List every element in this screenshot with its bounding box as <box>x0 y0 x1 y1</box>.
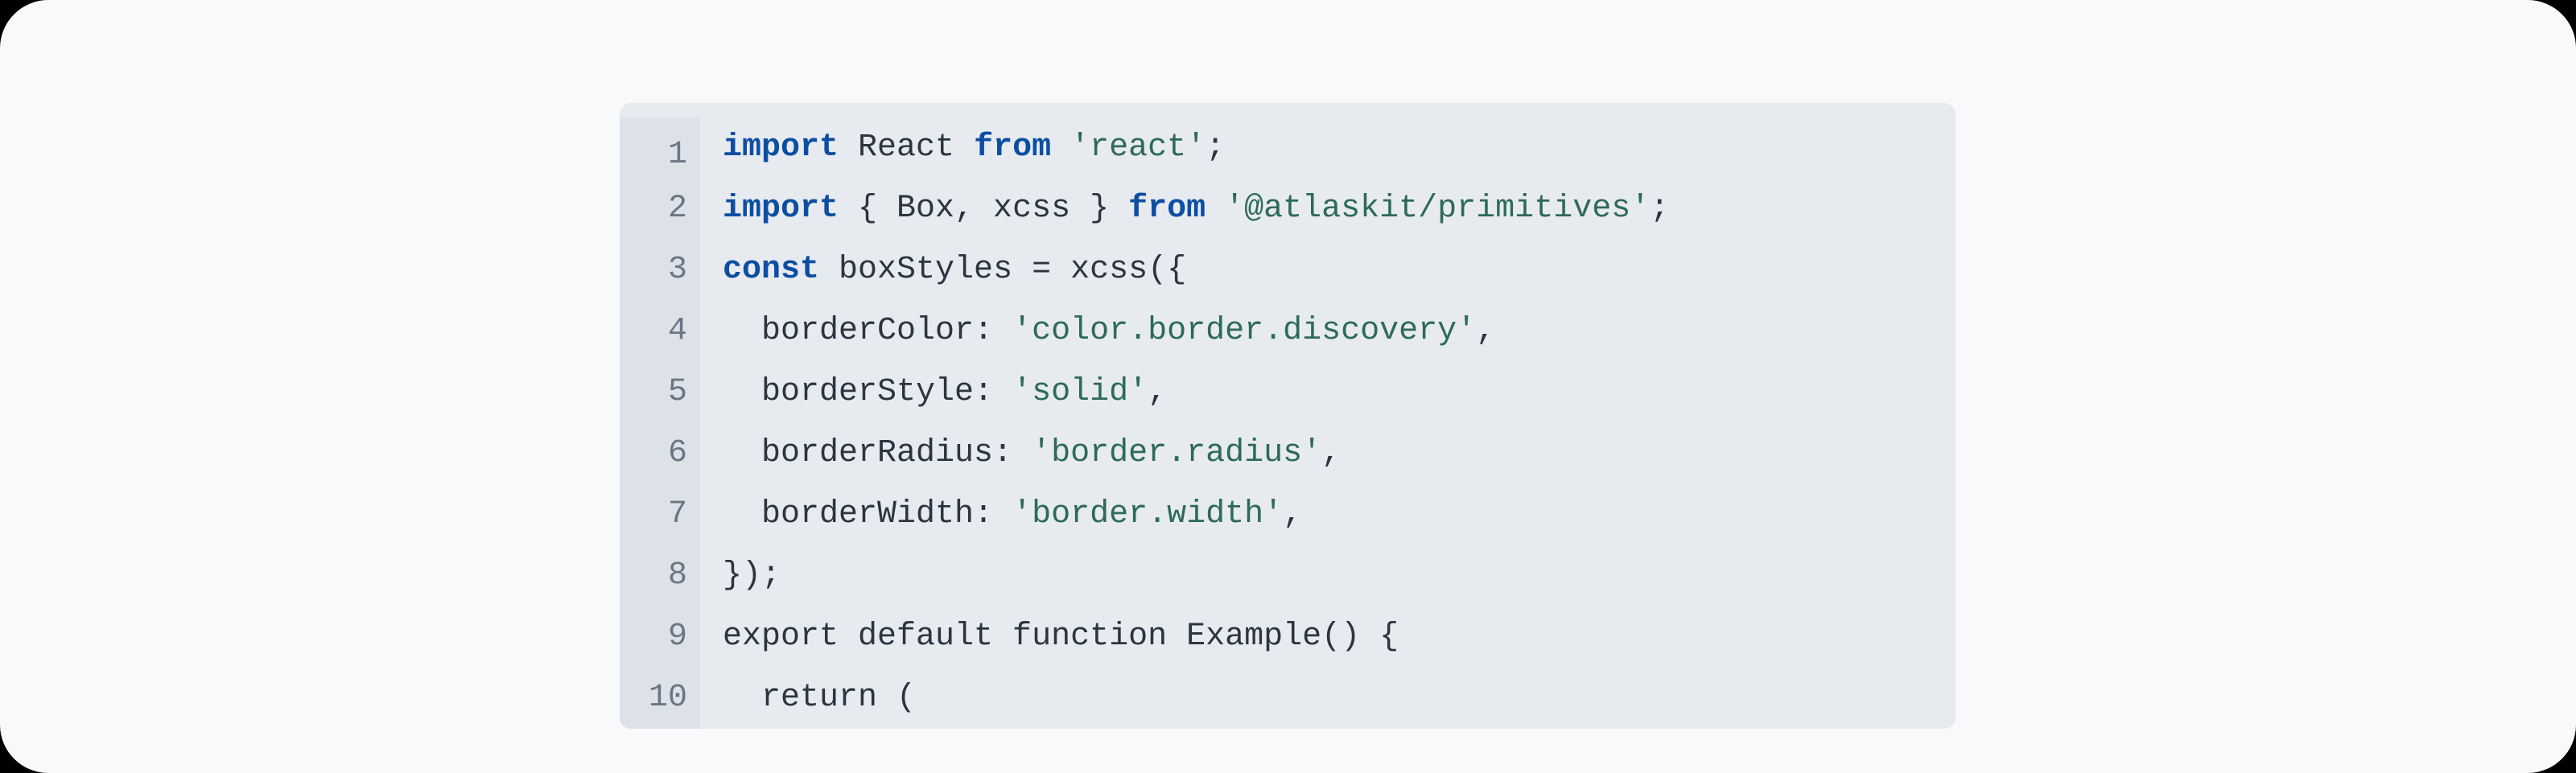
line-number: 8 <box>620 545 700 606</box>
code-token: const <box>723 254 839 286</box>
code-content: borderRadius: 'border.radius', <box>700 423 1341 484</box>
code-line: 7 borderWidth: 'border.width', <box>620 484 1956 545</box>
code-token: 'react' <box>1070 132 1206 164</box>
code-content: borderStyle: 'solid', <box>700 362 1167 423</box>
code-token: }); <box>723 560 781 592</box>
line-number: 7 <box>620 484 700 545</box>
code-token: 'border.radius' <box>1032 438 1321 470</box>
code-content: export default function Example() { <box>700 606 1399 668</box>
code-token: import <box>723 193 858 225</box>
code-token: from <box>1128 193 1225 225</box>
code-token: , <box>1321 438 1341 470</box>
code-token: export default function Example() { <box>723 621 1399 653</box>
code-token: , <box>1148 376 1167 409</box>
code-token: 'border.width' <box>1012 499 1283 531</box>
line-number: 6 <box>620 423 700 484</box>
code-token: , <box>1476 315 1495 347</box>
code-token: borderColor: <box>723 315 1012 347</box>
code-token: borderWidth: <box>723 499 1012 531</box>
code-content: const boxStyles = xcss({ <box>700 240 1186 301</box>
code-token: import <box>723 132 858 164</box>
code-content: return ( <box>700 668 916 729</box>
code-token: , <box>1283 499 1302 531</box>
code-content: import { Box, xcss } from '@atlaskit/pri… <box>700 179 1669 240</box>
line-number: 4 <box>620 301 700 362</box>
code-token: ; <box>1206 132 1225 164</box>
code-token: 'solid' <box>1012 376 1148 409</box>
code-line: 6 borderRadius: 'border.radius', <box>620 423 1956 484</box>
code-token: boxStyles = xcss({ <box>839 254 1186 286</box>
code-line: 1import React from 'react'; <box>620 103 1956 179</box>
code-line: 2import { Box, xcss } from '@atlaskit/pr… <box>620 179 1956 240</box>
code-content: borderColor: 'color.border.discovery', <box>700 301 1495 362</box>
code-token: React <box>858 132 974 164</box>
line-number: 1 <box>620 117 700 179</box>
code-token: { Box, xcss } <box>858 193 1128 225</box>
code-token: '@atlaskit/primitives' <box>1225 193 1650 225</box>
code-content: borderWidth: 'border.width', <box>700 484 1302 545</box>
code-content: }); <box>700 545 781 606</box>
line-number: 10 <box>620 668 700 729</box>
page-surface: 1import React from 'react';2import { Box… <box>0 0 2576 773</box>
code-line: 10 return ( <box>620 668 1956 729</box>
code-line: 4 borderColor: 'color.border.discovery', <box>620 301 1956 362</box>
code-token: return ( <box>723 682 916 714</box>
code-token: 'color.border.discovery' <box>1012 315 1476 347</box>
code-token: borderStyle: <box>723 376 1012 409</box>
line-number: 2 <box>620 179 700 240</box>
code-line: 5 borderStyle: 'solid', <box>620 362 1956 423</box>
line-number: 3 <box>620 240 700 301</box>
code-block: 1import React from 'react';2import { Box… <box>620 103 1956 729</box>
code-content: import React from 'react'; <box>700 117 1225 179</box>
line-number: 9 <box>620 606 700 668</box>
code-line: 3const boxStyles = xcss({ <box>620 240 1956 301</box>
code-line: 9 export default function Example() { <box>620 606 1956 668</box>
code-token: from <box>974 132 1070 164</box>
line-number: 5 <box>620 362 700 423</box>
code-token: borderRadius: <box>723 438 1032 470</box>
code-line: 8}); <box>620 545 1956 606</box>
code-token: ; <box>1650 193 1669 225</box>
